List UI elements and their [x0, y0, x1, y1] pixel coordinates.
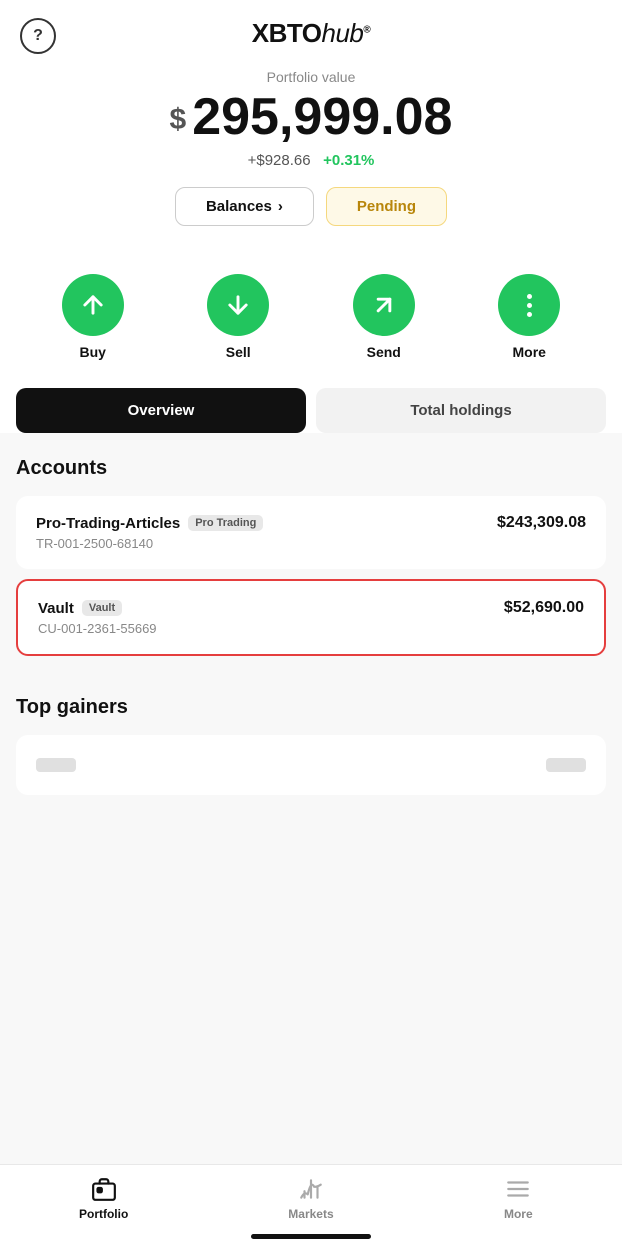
send-label: Send: [367, 344, 401, 360]
account-card-pro-trading[interactable]: Pro-Trading-Articles Pro Trading $243,30…: [16, 496, 606, 569]
sell-icon: [224, 291, 252, 319]
logo: XBTOhub®: [252, 18, 371, 49]
vault-account-badge: Vault: [82, 600, 122, 616]
nav-markets[interactable]: Markets: [271, 1175, 351, 1221]
markets-icon: [297, 1175, 325, 1203]
buy-label: Buy: [80, 344, 106, 360]
gainers-section: Top gainers: [0, 676, 622, 795]
send-icon: [370, 291, 398, 319]
account-card-vault[interactable]: Vault Vault $52,690.00 CU-001-2361-55669: [16, 579, 606, 656]
sell-circle: [207, 274, 269, 336]
dollar-sign: $: [170, 103, 187, 136]
vault-account-amount: $52,690.00: [504, 599, 584, 617]
gainer-placeholder-1: [36, 758, 76, 772]
more-label: More: [513, 344, 546, 360]
nav-portfolio-label: Portfolio: [79, 1207, 128, 1221]
account-name: Pro-Trading-Articles: [36, 515, 180, 532]
nav-more[interactable]: More: [478, 1175, 558, 1221]
actions-section: Buy Sell: [0, 250, 622, 370]
portfolio-amount: 295,999.08: [192, 89, 452, 146]
send-circle: [353, 274, 415, 336]
buy-icon: [79, 291, 107, 319]
tab-overview[interactable]: Overview: [16, 388, 306, 433]
balances-button[interactable]: Balances ›: [175, 187, 314, 226]
gainer-placeholder-2: [546, 758, 586, 772]
vault-account-name: Vault: [38, 600, 74, 617]
portfolio-icon: [90, 1175, 118, 1203]
account-name-wrap: Pro-Trading-Articles Pro Trading: [36, 515, 263, 532]
more-circle: [498, 274, 560, 336]
account-badge: Pro Trading: [188, 515, 263, 531]
tabs-section: Overview Total holdings: [0, 370, 622, 433]
more-nav-icon: [504, 1175, 532, 1203]
accounts-title: Accounts: [16, 457, 606, 480]
portfolio-value: $ 295,999.08: [20, 89, 602, 146]
account-name-wrap-vault: Vault Vault: [38, 600, 122, 617]
accounts-section: Accounts Pro-Trading-Articles Pro Tradin…: [0, 433, 622, 676]
account-row-top: Pro-Trading-Articles Pro Trading $243,30…: [36, 514, 586, 532]
actions-row: Buy Sell: [20, 274, 602, 360]
change-amount: +$928.66: [248, 152, 311, 169]
account-amount: $243,309.08: [497, 514, 586, 532]
sell-action[interactable]: Sell: [207, 274, 269, 360]
buy-circle: [62, 274, 124, 336]
portfolio-label: Portfolio value: [20, 69, 602, 85]
more-action[interactable]: More: [498, 274, 560, 360]
tabs-row: Overview Total holdings: [16, 388, 606, 433]
pending-button[interactable]: Pending: [326, 187, 447, 226]
account-row-top-vault: Vault Vault $52,690.00: [38, 599, 584, 617]
nav-more-label: More: [504, 1207, 533, 1221]
more-dots-icon: [527, 294, 532, 317]
gainers-title: Top gainers: [16, 696, 606, 719]
send-action[interactable]: Send: [353, 274, 415, 360]
sell-label: Sell: [226, 344, 251, 360]
header: ? XBTOhub®: [0, 0, 622, 59]
help-button[interactable]: ?: [20, 18, 56, 54]
buy-action[interactable]: Buy: [62, 274, 124, 360]
bottom-nav: Portfolio Markets More: [0, 1164, 622, 1245]
tab-total-holdings[interactable]: Total holdings: [316, 388, 606, 433]
portfolio-change: +$928.66 +0.31%: [20, 152, 602, 169]
gainers-preview[interactable]: [16, 735, 606, 795]
nav-markets-label: Markets: [288, 1207, 333, 1221]
bottom-indicator: [251, 1234, 371, 1239]
toggle-row: Balances › Pending: [20, 187, 602, 226]
change-percent: +0.31%: [323, 152, 374, 169]
nav-portfolio[interactable]: Portfolio: [64, 1175, 144, 1221]
vault-account-id: CU-001-2361-55669: [38, 621, 584, 636]
account-id: TR-001-2500-68140: [36, 536, 586, 551]
portfolio-section: Portfolio value $ 295,999.08 +$928.66 +0…: [0, 59, 622, 250]
